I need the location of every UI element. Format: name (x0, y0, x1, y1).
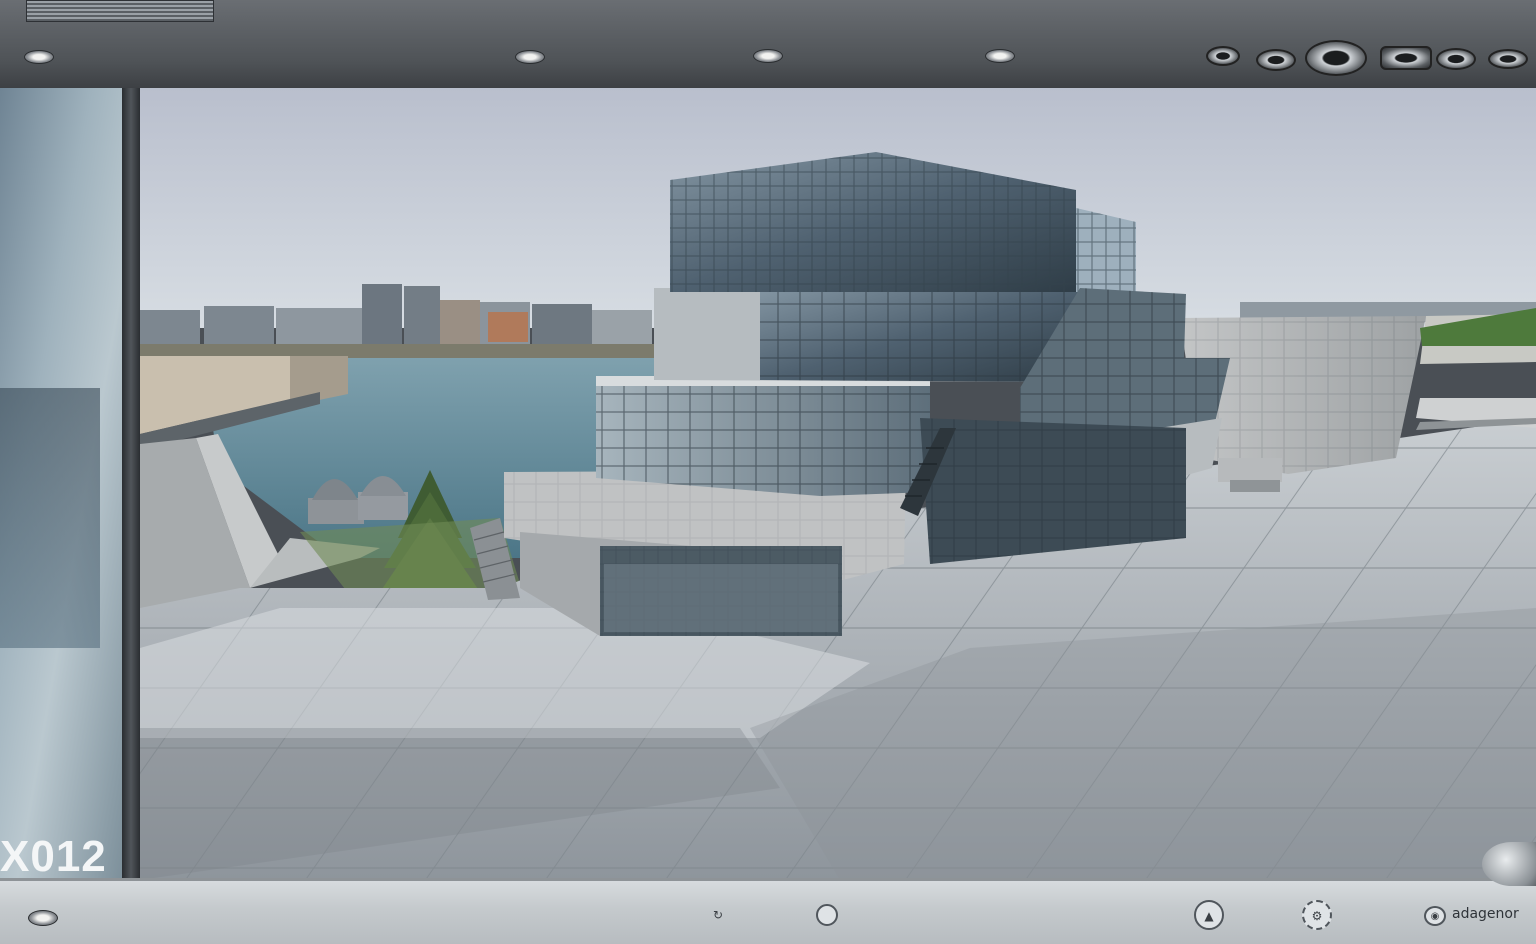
glass-reflection (0, 388, 100, 648)
ceiling-light (753, 49, 783, 63)
window-view (140, 88, 1536, 880)
architecture-scene (140, 88, 1536, 880)
ceiling-frame (0, 0, 1536, 91)
circle-icon[interactable] (816, 904, 838, 926)
bench (1218, 458, 1282, 482)
ceiling-light (24, 50, 54, 64)
camera-icon (1305, 40, 1367, 76)
scene-view: X012 ↻ ▲ ⚙ ◉ adagenor (0, 0, 1536, 944)
sensor-icon (1206, 46, 1240, 66)
air-vent (26, 0, 214, 22)
door-knob[interactable] (1482, 842, 1536, 886)
sensor-icon (1436, 48, 1476, 70)
window-mullion (122, 88, 140, 883)
settings-icon[interactable]: ⚙ (1302, 900, 1332, 930)
glass-panel (0, 88, 122, 878)
sensor-icon (1488, 49, 1528, 69)
corner-label: adagenor (1452, 906, 1519, 922)
ceiling-light (985, 49, 1015, 63)
sensor-icon (1380, 46, 1432, 70)
refresh-icon[interactable]: ↻ (707, 904, 729, 926)
ceiling-light (515, 50, 545, 64)
room-number: X012 (0, 832, 107, 881)
compass-icon[interactable]: ▲ (1194, 900, 1224, 930)
floor-light (28, 910, 58, 926)
far-shore (140, 344, 660, 358)
eye-icon[interactable]: ◉ (1424, 906, 1446, 926)
sensor-icon (1256, 49, 1296, 71)
